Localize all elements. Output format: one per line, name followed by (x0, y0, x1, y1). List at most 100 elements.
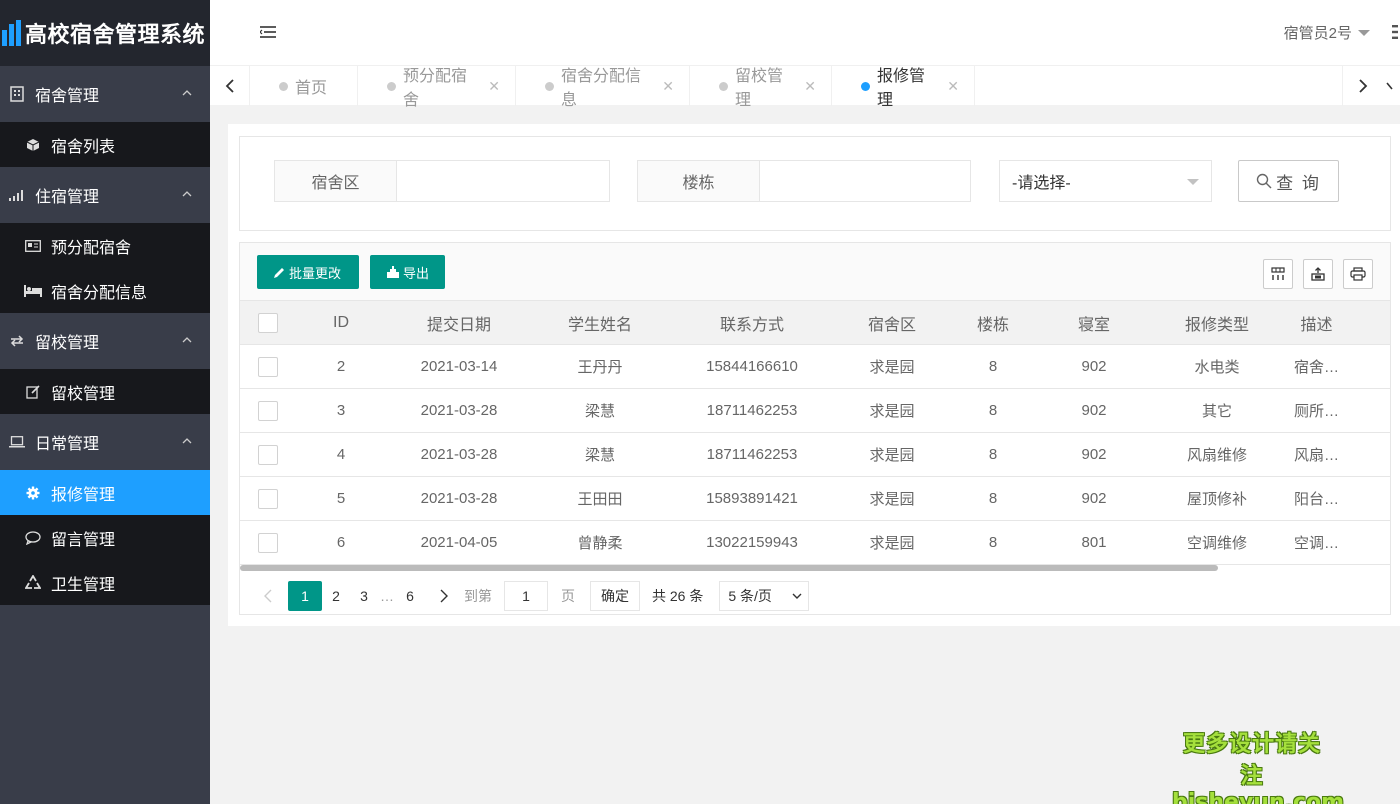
dorm-area-label: 宿舍区 (275, 161, 397, 201)
tab-list: 首页 预分配宿舍 ✕ 宿舍分配信息 ✕ 留校管理 ✕ 报修管理 ✕ (250, 66, 975, 109)
more-options-icon[interactable] (1392, 24, 1398, 40)
cell-contact: 18711462253 (706, 446, 798, 463)
nav-sub-dorm: 宿舍列表 (0, 122, 210, 167)
row-checkbox[interactable] (258, 532, 278, 553)
nav-group-daily[interactable]: 日常管理 (0, 414, 210, 470)
next-page-button[interactable] (430, 581, 458, 611)
sidebar-item-message[interactable]: 留言管理 (0, 515, 210, 560)
nav-group-stay[interactable]: 留校管理 (0, 313, 210, 369)
sidebar-item-label: 报修管理 (51, 486, 116, 504)
page-last-button[interactable]: 6 (396, 581, 424, 611)
page-1-button[interactable]: 1 (288, 581, 322, 611)
tab-home[interactable]: 首页 (250, 66, 358, 106)
print-button[interactable] (1343, 259, 1373, 289)
sidebar-item-hygiene[interactable]: 卫生管理 (0, 560, 210, 605)
nav-group-label: 留校管理 (35, 335, 100, 352)
columns-icon (1271, 267, 1285, 280)
tab-dot (545, 82, 554, 91)
chevron-right-icon (1358, 79, 1367, 93)
column-header-contact[interactable]: 联系方式 (668, 311, 836, 335)
nav-group-lodging[interactable]: 住宿管理 (0, 167, 210, 223)
cell-contact: 15844166610 (706, 358, 798, 375)
pencil-icon (274, 267, 284, 278)
cell-id: 2 (336, 358, 346, 375)
tab-repair[interactable]: 报修管理 ✕ (832, 66, 975, 109)
nav-group-label: 住宿管理 (35, 189, 100, 206)
row-checkbox[interactable] (258, 400, 278, 421)
main-content: 宿舍区 楼栋 -请选择- 查 询 批量更改 导出 ID 提交日期 学生姓名 联系… (228, 124, 1400, 626)
horizontal-scrollbar[interactable] (240, 565, 1218, 571)
sidebar-item-stay-manage[interactable]: 留校管理 (0, 369, 210, 414)
building-input[interactable] (760, 161, 970, 201)
sidebar-item-pre-assign[interactable]: 预分配宿舍 (0, 223, 210, 268)
app-logo[interactable]: 高校宿舍管理系统 (0, 0, 210, 66)
page-size-value: 5 条/页 (728, 588, 772, 604)
cell-description: 风扇… (1293, 447, 1339, 464)
nav-group-label: 日常管理 (35, 436, 100, 453)
row-checkbox[interactable] (258, 356, 278, 377)
close-icon[interactable]: ✕ (488, 78, 500, 95)
export-file-button[interactable] (1303, 259, 1333, 289)
column-header-date[interactable]: 提交日期 (386, 311, 532, 335)
watermark-line-2: bisheyun.com (1172, 790, 1345, 804)
column-header-repair-type[interactable]: 报修类型 (1150, 311, 1284, 335)
row-checkbox[interactable] (258, 444, 278, 465)
column-header-building[interactable]: 楼栋 (948, 311, 1038, 335)
cell-id: 4 (336, 446, 346, 463)
prev-page-button[interactable] (254, 581, 282, 611)
tab-label: 报修管理 (877, 68, 926, 109)
tab-pre-assign[interactable]: 预分配宿舍 ✕ (358, 66, 516, 109)
tab-assign-info[interactable]: 宿舍分配信息 ✕ (516, 66, 690, 109)
tab-dot (279, 82, 288, 91)
close-icon[interactable]: ✕ (947, 78, 959, 95)
column-header-id[interactable]: ID (296, 314, 386, 332)
columns-filter-button[interactable] (1263, 259, 1293, 289)
table-row[interactable]: 5 2021-03-28 王田田 15893891421 求是园 8 902 屋… (240, 477, 1390, 521)
type-select[interactable]: -请选择- (999, 160, 1212, 202)
signal-icon (8, 189, 26, 201)
cell-building: 8 (988, 358, 998, 375)
dorm-area-input[interactable] (397, 161, 609, 201)
export-button[interactable]: 导出 (370, 255, 445, 289)
tab-stay[interactable]: 留校管理 ✕ (690, 66, 832, 109)
tab-scroll-right-button[interactable] (1342, 66, 1382, 106)
tab-dot (861, 82, 870, 91)
page-3-button[interactable]: 3 (350, 581, 378, 611)
goto-confirm-button[interactable]: 确定 (590, 581, 640, 611)
column-header-room[interactable]: 寝室 (1038, 311, 1150, 335)
cell-contact: 18711462253 (706, 402, 798, 419)
close-icon[interactable]: ✕ (804, 78, 816, 95)
chevron-right-icon (440, 589, 448, 603)
table-row[interactable]: 6 2021-04-05 曾静柔 13022159943 求是园 8 801 空… (240, 521, 1390, 565)
column-header-description[interactable]: 描述 (1284, 311, 1349, 335)
chevron-up-icon (182, 191, 192, 197)
nav-group-dorm[interactable]: 宿舍管理 (0, 66, 210, 122)
row-checkbox[interactable] (258, 488, 278, 509)
row-checkbox-cell (240, 400, 296, 421)
sidebar-item-label: 卫生管理 (51, 576, 116, 594)
page-size-select[interactable]: 5 条/页 (719, 581, 810, 611)
goto-page-input[interactable]: 1 (504, 581, 548, 611)
tab-scroll-left-button[interactable] (210, 66, 250, 106)
search-button[interactable]: 查 询 (1238, 160, 1339, 202)
cell-area: 求是园 (869, 491, 915, 508)
table-header-row: ID 提交日期 学生姓名 联系方式 宿舍区 楼栋 寝室 报修类型 描述 (240, 301, 1390, 345)
menu-toggle-icon[interactable] (260, 25, 276, 39)
sidebar-item-assign-info[interactable]: 宿舍分配信息 (0, 268, 210, 313)
page-2-button[interactable]: 2 (322, 581, 350, 611)
column-header-name[interactable]: 学生姓名 (532, 311, 668, 335)
search-panel: 宿舍区 楼栋 -请选择- 查 询 (239, 136, 1391, 231)
export-icon (387, 265, 399, 278)
table-row[interactable]: 2 2021-03-14 王丹丹 15844166610 求是园 8 902 水… (240, 345, 1390, 389)
tab-menu-button[interactable] (1382, 66, 1400, 106)
batch-edit-button[interactable]: 批量更改 (257, 255, 359, 289)
select-all-checkbox[interactable] (258, 312, 278, 333)
column-header-area[interactable]: 宿舍区 (836, 311, 948, 335)
sidebar-item-repair[interactable]: 报修管理 (0, 470, 210, 515)
table-row[interactable]: 3 2021-03-28 梁慧 18711462253 求是园 8 902 其它… (240, 389, 1390, 433)
table-row[interactable]: 4 2021-03-28 梁慧 18711462253 求是园 8 902 风扇… (240, 433, 1390, 477)
app-title: 高校宿舍管理系统 (25, 22, 206, 47)
user-menu[interactable]: 宿管员2号 (1284, 22, 1370, 43)
close-icon[interactable]: ✕ (662, 78, 674, 95)
sidebar-item-dorm-list[interactable]: 宿舍列表 (0, 122, 210, 167)
